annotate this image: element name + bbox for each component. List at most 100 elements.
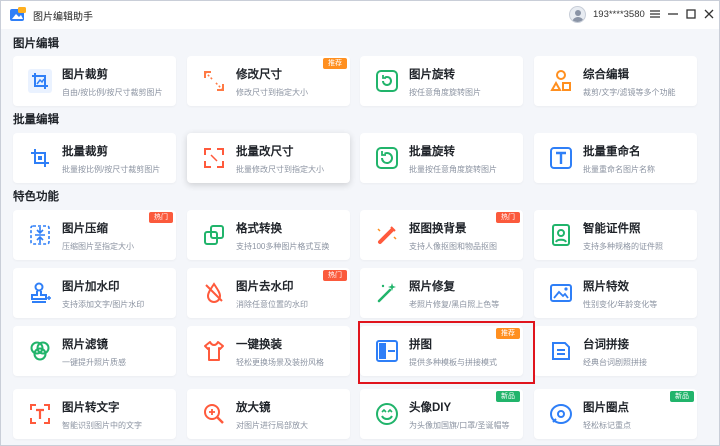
user-avatar[interactable] xyxy=(569,6,586,23)
resize-icon xyxy=(204,71,224,91)
app-title: 图片编辑助手 xyxy=(33,12,93,23)
app-window: 图片编辑助手 193****3580 图片编辑 批量编辑 特色功能 图片裁剪自由… xyxy=(0,0,720,446)
crop-icon xyxy=(28,69,52,93)
card-badge: 推荐 xyxy=(323,58,347,69)
card-title: 图片加水印 xyxy=(62,281,120,293)
card-title: 修改尺寸 xyxy=(236,69,282,81)
app-logo-icon xyxy=(10,7,26,21)
magnifier-icon xyxy=(204,404,224,424)
card-badge: 新品 xyxy=(496,391,520,402)
card-title: 图片旋转 xyxy=(409,69,455,81)
card-badge: 热门 xyxy=(496,212,520,223)
section-title-batch-edit: 批量编辑 xyxy=(13,114,59,126)
card-title: 图片转文字 xyxy=(62,402,120,414)
minimize-icon[interactable] xyxy=(665,6,681,22)
feature-card[interactable]: 格式转换支持100多种图片格式互换 xyxy=(187,210,350,260)
card-description: 裁剪/文字/滤镜等多个功能 xyxy=(583,88,676,97)
feature-card[interactable]: 照片特效性别变化/年龄变化等 xyxy=(534,268,697,318)
card-title: 智能证件照 xyxy=(583,223,641,235)
card-description: 对图片进行局部放大 xyxy=(236,421,308,430)
feature-card[interactable]: 图片压缩压缩图片至指定大小 热门 xyxy=(13,210,176,260)
card-title: 照片特效 xyxy=(583,281,629,293)
card-title: 拼图 xyxy=(409,339,432,351)
card-description: 轻松标记重点 xyxy=(583,421,631,430)
feature-card[interactable]: 批量旋转批量按任意角度旋转图片 xyxy=(360,133,523,183)
card-description: 批量按任意角度旋转图片 xyxy=(409,165,497,174)
feature-card[interactable]: 批量改尺寸 批量修改尺寸到指定大小 xyxy=(187,133,350,183)
card-title: 图片压缩 xyxy=(62,223,108,235)
card-description: 按任意角度旋转图片 xyxy=(409,88,481,97)
cutout-icon xyxy=(377,226,397,244)
batch-crop-icon xyxy=(31,149,49,167)
card-description: 修改尺寸到指定大小 xyxy=(236,88,308,97)
feature-card[interactable]: 综合编辑裁剪/文字/滤镜等多个功能 xyxy=(534,56,697,106)
card-description: 自由/按比例/按尺寸裁剪图片 xyxy=(62,88,163,97)
feature-card[interactable]: 照片修复 老照片修复/黑白照上色等 xyxy=(360,268,523,318)
menu-icon[interactable] xyxy=(647,6,663,22)
section-title-image-edit: 图片编辑 xyxy=(13,38,59,50)
feature-card[interactable]: 图片去水印消除任意位置的水印 热门 xyxy=(187,268,350,318)
card-description: 支持100多种图片格式互换 xyxy=(236,242,330,251)
feature-card[interactable]: 头像DIY 为头像加国旗/口罩/圣诞帽等 新品 xyxy=(360,389,523,439)
feature-card[interactable]: 台词拼接 经典台词剧照拼接 xyxy=(534,326,697,376)
card-description: 支持多种规格的证件照 xyxy=(583,242,663,251)
feature-card[interactable]: 图片裁剪自由/按比例/按尺寸裁剪图片 xyxy=(13,56,176,106)
id-photo-icon xyxy=(552,224,570,246)
magic-wand-icon xyxy=(377,283,396,303)
card-title: 格式转换 xyxy=(236,223,282,235)
feature-card[interactable]: 批量裁剪批量按比例/按尺寸裁剪图片 xyxy=(13,133,176,183)
batch-rotate-icon xyxy=(376,147,398,169)
card-title: 批量裁剪 xyxy=(62,146,108,158)
card-title: 图片去水印 xyxy=(236,281,294,293)
card-badge: 热门 xyxy=(323,270,347,281)
card-title: 综合编辑 xyxy=(583,69,629,81)
card-description: 提供多种模板与拼接模式 xyxy=(409,358,497,367)
feature-card[interactable]: 照片滤镜 一键提升照片质感 xyxy=(13,326,176,376)
card-description: 批量按比例/按尺寸裁剪图片 xyxy=(62,165,161,174)
card-description: 经典台词剧照拼接 xyxy=(583,358,647,367)
feature-card[interactable]: 图片旋转按任意角度旋转图片 xyxy=(360,56,523,106)
card-description: 性别变化/年龄变化等 xyxy=(583,300,658,309)
card-title: 放大镜 xyxy=(236,402,271,414)
feature-card[interactable]: 图片转文字 智能识别图片中的文字 xyxy=(13,389,176,439)
feature-card[interactable]: 批量重命名 批量重命名图片名称 xyxy=(534,133,697,183)
batch-resize-icon xyxy=(204,148,224,168)
filter-icon xyxy=(30,341,50,361)
user-phone[interactable]: 193****3580 xyxy=(593,9,645,20)
card-description: 批量重命名图片名称 xyxy=(583,165,655,174)
remove-watermark-icon xyxy=(205,282,223,303)
feature-card[interactable]: 修改尺寸修改尺寸到指定大小 推荐 xyxy=(187,56,350,106)
rename-icon xyxy=(550,147,572,169)
circle-mark-icon xyxy=(550,404,572,424)
card-description: 压缩图片至指定大小 xyxy=(62,242,134,251)
card-badge: 热门 xyxy=(149,212,173,223)
card-description: 老照片修复/黑白照上色等 xyxy=(409,300,500,309)
feature-card[interactable]: 图片加水印支持添加文字/图片水印 xyxy=(13,268,176,318)
feature-card[interactable]: 拼图 提供多种模板与拼接模式 推荐 xyxy=(360,326,523,376)
card-title: 图片裁剪 xyxy=(62,69,108,81)
avatar-diy-icon xyxy=(376,403,398,425)
card-title: 批量旋转 xyxy=(409,146,455,158)
card-title: 照片滤镜 xyxy=(62,339,108,351)
convert-icon xyxy=(204,225,224,245)
lines-stitch-icon xyxy=(552,342,570,360)
feature-card[interactable]: 一键换装轻松更换场景及装扮风格 xyxy=(187,326,350,376)
card-description: 轻松更换场景及装扮风格 xyxy=(236,358,324,367)
card-description: 支持添加文字/图片水印 xyxy=(62,300,145,309)
maximize-icon[interactable] xyxy=(683,6,699,22)
rotate-icon xyxy=(376,70,398,92)
section-title-features: 特色功能 xyxy=(13,191,59,203)
card-title: 一键换装 xyxy=(236,339,282,351)
card-description: 消除任意位置的水印 xyxy=(236,300,308,309)
feature-card[interactable]: 智能证件照支持多种规格的证件照 xyxy=(534,210,697,260)
feature-card[interactable]: 放大镜对图片进行局部放大 xyxy=(187,389,350,439)
close-icon[interactable] xyxy=(701,6,717,22)
card-description: 支持人像抠图和物品抠图 xyxy=(409,242,497,251)
title-bar: 图片编辑助手 193****3580 xyxy=(1,1,719,29)
collage-icon xyxy=(376,340,398,362)
feature-card[interactable]: 图片圈点 轻松标记重点 新品 xyxy=(534,389,697,439)
effects-icon xyxy=(550,284,572,302)
card-title: 批量改尺寸 xyxy=(236,146,294,158)
feature-card[interactable]: 抠图换背景 支持人像抠图和物品抠图 热门 xyxy=(360,210,523,260)
compress-icon xyxy=(30,225,50,245)
